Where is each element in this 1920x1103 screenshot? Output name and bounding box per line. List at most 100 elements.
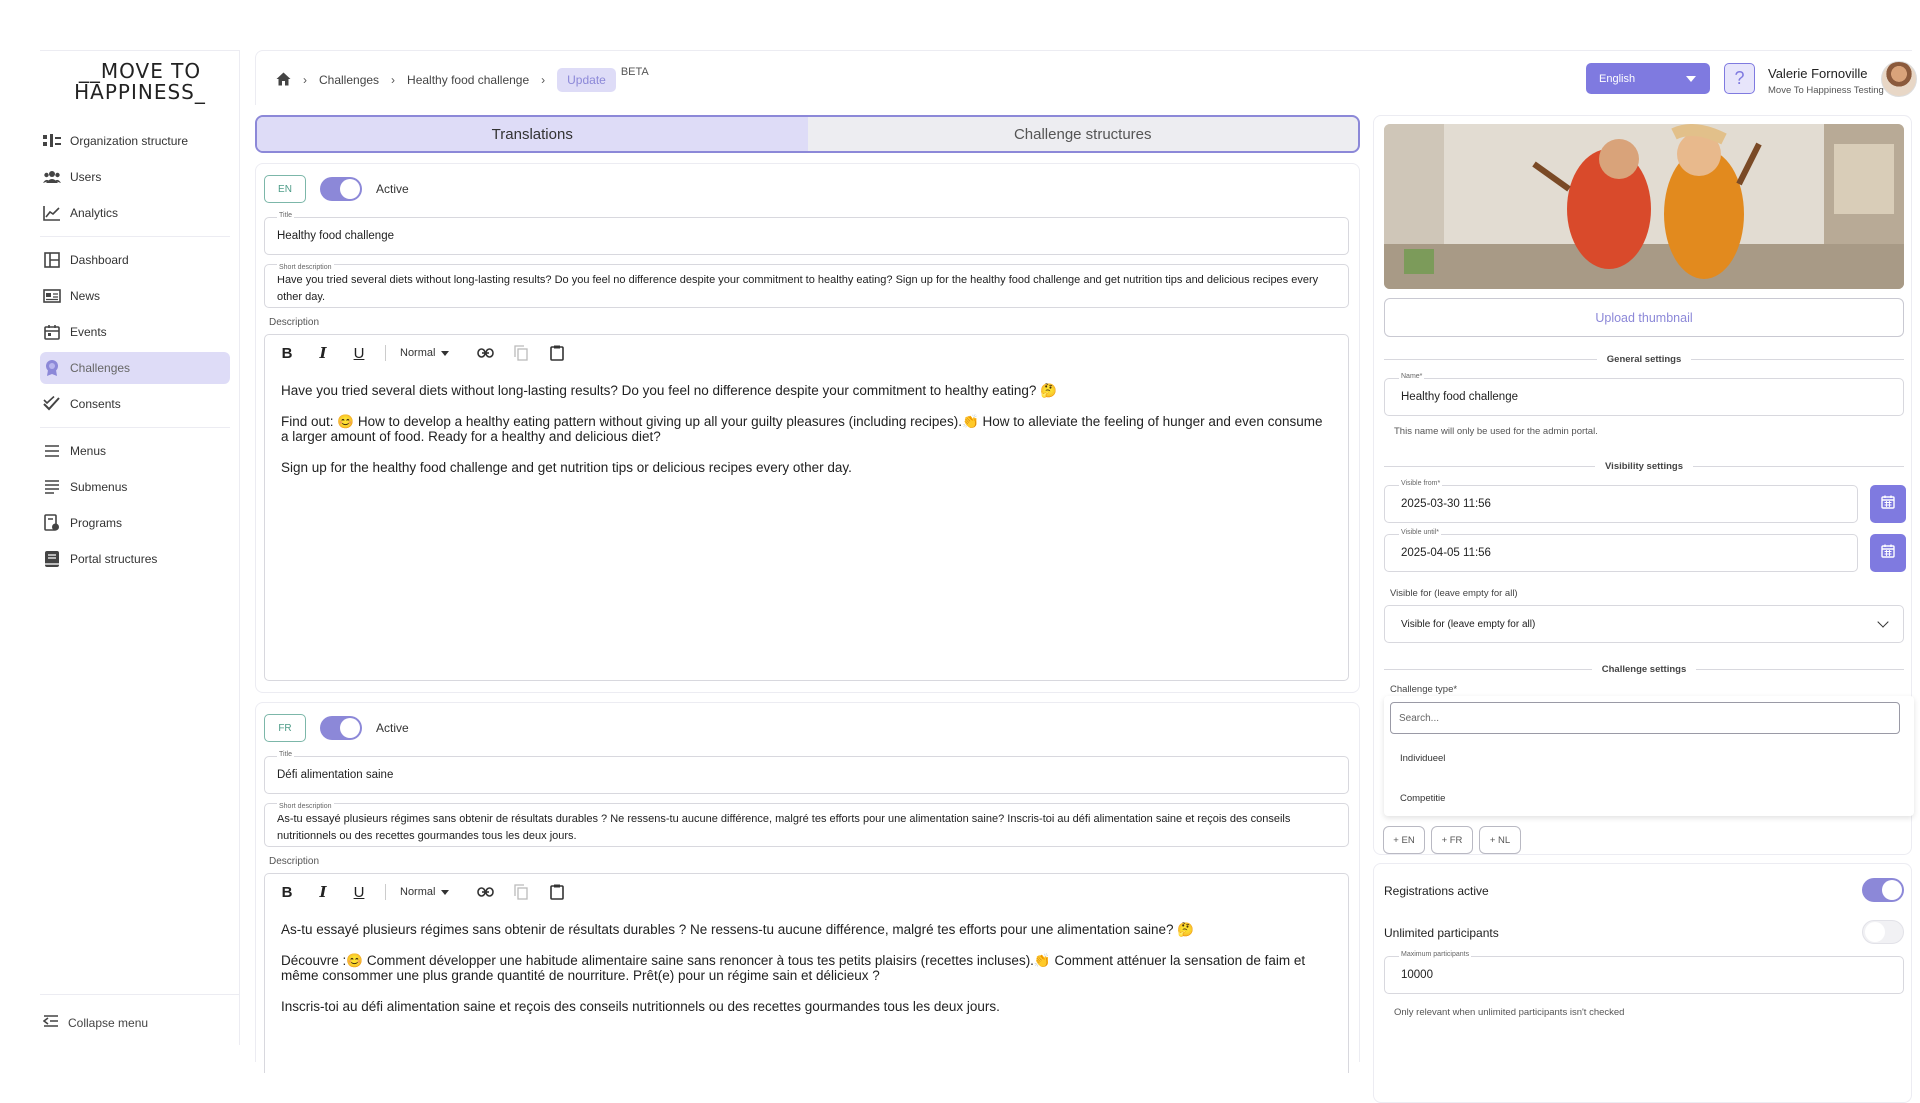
paste-icon[interactable] xyxy=(547,343,567,363)
underline-icon[interactable]: U xyxy=(349,882,369,902)
logo-line-2: HAPPINESS_ xyxy=(74,80,206,104)
top-bar: › Challenges › Healthy food challenge › … xyxy=(255,50,1917,105)
link-icon[interactable] xyxy=(475,882,495,902)
editor-paragraph: Sign up for the healthy food challenge a… xyxy=(281,460,852,475)
challenge-settings-heading: Challenge settings xyxy=(1384,662,1904,676)
copy-icon[interactable] xyxy=(511,343,531,363)
short-description-field[interactable]: Short description Have you tried several… xyxy=(264,259,1349,308)
sidebar-item-programs[interactable]: Programs xyxy=(40,507,230,539)
users-icon xyxy=(43,168,61,186)
sidebar-item-analytics[interactable]: Analytics xyxy=(40,197,230,229)
collapse-icon xyxy=(42,1015,59,1030)
logo-line-1: __MOVE TO xyxy=(78,59,202,83)
sidebar-item-organization-structure[interactable]: Organization structure xyxy=(40,125,230,157)
sidebar-nav: Organization structure Users Analytics D… xyxy=(40,121,240,579)
sidebar-item-portal-structures[interactable]: Portal structures xyxy=(40,543,230,575)
sidebar-item-users[interactable]: Users xyxy=(40,161,230,193)
divider-line xyxy=(1384,465,1596,467)
title-field[interactable]: Title Healthy food challenge xyxy=(264,212,1349,255)
underline-icon[interactable]: U xyxy=(349,343,369,363)
sidebar-item-menus[interactable]: Menus xyxy=(40,435,230,467)
description-label: Description xyxy=(269,856,320,867)
sidebar-item-label: Consents xyxy=(70,397,121,411)
sidebar-item-dashboard[interactable]: Dashboard xyxy=(40,244,230,276)
format-select[interactable]: Normal xyxy=(400,886,450,898)
active-toggle[interactable] xyxy=(320,177,362,201)
maximum-participants-field[interactable]: Maximum participants 10000 xyxy=(1384,951,1904,994)
home-icon[interactable] xyxy=(276,72,291,89)
divider-line xyxy=(1384,358,1597,360)
caret-down-icon xyxy=(441,889,450,895)
title-field-label: Title xyxy=(277,212,294,219)
paste-icon[interactable] xyxy=(547,882,567,902)
avatar[interactable] xyxy=(1881,61,1917,97)
bold-icon[interactable]: B xyxy=(277,882,297,902)
chevron-down-icon xyxy=(1877,616,1889,628)
add-nl-button[interactable]: + NL xyxy=(1479,826,1521,854)
editor-paragraph: As-tu essayé plusieurs régimes sans obte… xyxy=(281,922,1195,937)
unlimited-participants-toggle[interactable] xyxy=(1862,920,1904,944)
sidebar-item-label: Programs xyxy=(70,516,123,530)
breadcrumb-challenges[interactable]: Challenges xyxy=(319,73,379,87)
tab-challenge-structures[interactable]: Challenge structures xyxy=(808,117,1359,151)
registrations-active-toggle[interactable] xyxy=(1862,878,1904,902)
description-editor[interactable]: B I U Normal As-tu essayé plusieurs régi… xyxy=(264,873,1349,1073)
name-field[interactable]: Name* Healthy food challenge xyxy=(1384,373,1904,416)
challenge-type-search[interactable]: Search... xyxy=(1390,702,1900,734)
format-select[interactable]: Normal xyxy=(400,347,450,359)
description-label: Description xyxy=(269,317,320,328)
sidebar-item-label: Events xyxy=(70,325,107,339)
active-label: Active xyxy=(376,721,409,735)
challenge-thumbnail xyxy=(1384,124,1904,289)
nav-divider xyxy=(40,427,230,428)
add-fr-button[interactable]: + FR xyxy=(1431,826,1473,854)
calendar-icon xyxy=(1881,495,1895,514)
short-description-value: As-tu essayé plusieurs régimes sans obte… xyxy=(277,813,1291,842)
option-individueel[interactable]: Individueel xyxy=(1400,753,1445,764)
sidebar-item-submenus[interactable]: Submenus xyxy=(40,471,230,503)
challenge-type-label: Challenge type* xyxy=(1390,684,1458,695)
collapse-divider xyxy=(40,994,240,995)
visible-from-field[interactable]: Visible from* 2025-03-30 11:56 xyxy=(1384,480,1858,523)
italic-icon[interactable]: I xyxy=(313,882,333,902)
sidebar-item-events[interactable]: Events xyxy=(40,316,230,348)
upload-thumbnail-button[interactable]: Upload thumbnail xyxy=(1384,298,1904,337)
breadcrumb-challenge-name[interactable]: Healthy food challenge xyxy=(407,73,529,87)
add-en-button[interactable]: + EN xyxy=(1383,826,1425,854)
editor-content[interactable]: As-tu essayé plusieurs régimes sans obte… xyxy=(281,922,1331,1030)
sidebar-item-challenges[interactable]: Challenges xyxy=(40,352,230,384)
visible-until-field[interactable]: Visible until* 2025-04-05 11:56 xyxy=(1384,529,1858,572)
option-competitie[interactable]: Competitie xyxy=(1400,793,1445,804)
help-button[interactable]: ? xyxy=(1724,63,1755,94)
title-field[interactable]: Title Défi alimentation saine xyxy=(264,751,1349,794)
link-icon[interactable] xyxy=(475,343,495,363)
italic-icon[interactable]: I xyxy=(313,343,333,363)
language-select[interactable]: English xyxy=(1586,63,1710,94)
visible-until-value: 2025-04-05 11:56 xyxy=(1401,547,1491,559)
registration-settings-panel: Registrations active Unlimited participa… xyxy=(1373,863,1912,1103)
visible-until-calendar-button[interactable] xyxy=(1870,534,1906,572)
active-toggle[interactable] xyxy=(320,716,362,740)
visible-from-calendar-button[interactable] xyxy=(1870,485,1906,523)
divider-line xyxy=(1692,465,1904,467)
logo[interactable]: __MOVE TO HAPPINESS_ xyxy=(70,61,210,103)
chevron-right-icon: › xyxy=(391,73,396,87)
copy-icon[interactable] xyxy=(511,882,531,902)
tab-translations[interactable]: Translations xyxy=(257,117,808,151)
org-structure-icon xyxy=(43,132,61,150)
analytics-icon xyxy=(43,204,61,222)
divider-line xyxy=(1691,358,1905,360)
editor-content[interactable]: Have you tried several diets without lon… xyxy=(281,383,1331,491)
app-frame: __MOVE TO HAPPINESS_ Organization struct… xyxy=(40,50,1917,1103)
collapse-menu-button[interactable]: Collapse menu xyxy=(42,1015,148,1030)
short-description-label: Short description xyxy=(277,259,334,276)
short-description-field[interactable]: Short description As-tu essayé plusieurs… xyxy=(264,798,1349,847)
section-title: Challenge settings xyxy=(1601,663,1687,675)
chevron-right-icon: › xyxy=(303,73,307,87)
bold-icon[interactable]: B xyxy=(277,343,297,363)
description-editor[interactable]: B I U Normal Have you tried several diet… xyxy=(264,334,1349,681)
sidebar-item-consents[interactable]: Consents xyxy=(40,388,230,420)
sidebar-item-news[interactable]: News xyxy=(40,280,230,312)
caret-down-icon xyxy=(1686,76,1696,82)
visible-for-select[interactable]: Visible for (leave empty for all) xyxy=(1384,605,1904,643)
